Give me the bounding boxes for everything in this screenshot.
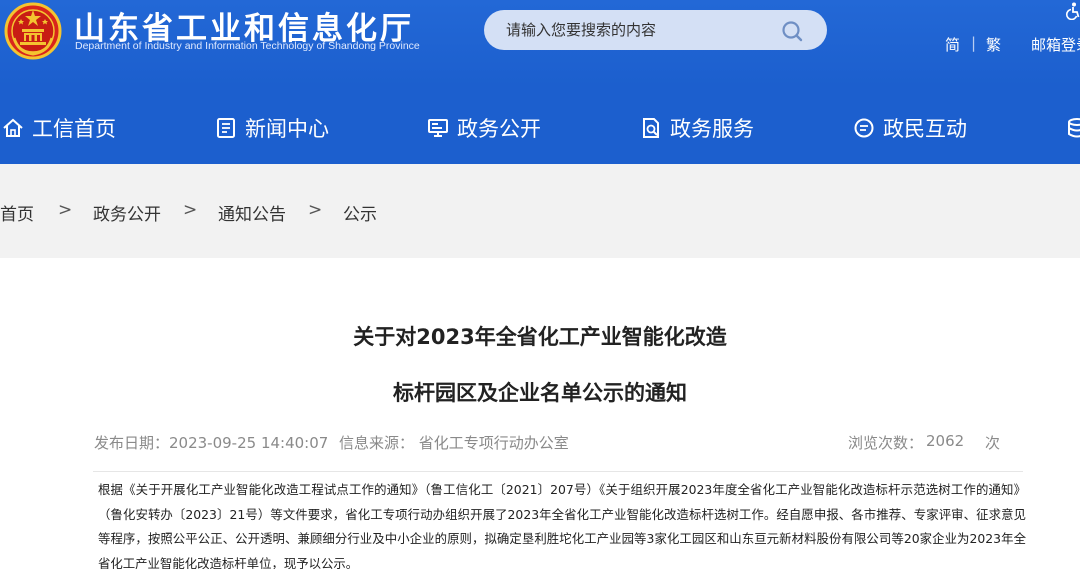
breadcrumb-notices[interactable]: 通知公告 [218,200,286,225]
article-title-line2: 标杆园区及企业名单公示的通知 [393,381,687,405]
article-panel: 关于对2023年全省化工产业智能化改造 标杆园区及企业名单公示的通知 发布日期：… [0,258,1080,569]
database-icon [1068,118,1080,138]
accessibility-icon[interactable] [1065,2,1080,20]
info-source: 信息来源： 省化工专项行动办公室 [339,434,569,452]
breadcrumb-separator: > [308,200,323,220]
nav-label: 工信首页 [32,117,116,141]
site-subtitle: Department of Industry and Information T… [75,40,420,52]
article-body: 根据《关于开展化工产业智能化改造工程试点工作的通知》（鲁工信化工〔2021〕20… [98,482,1026,569]
nav-item-home[interactable]: 工信首页 [2,115,116,141]
nav-item-news[interactable]: 新闻中心 [215,115,329,141]
breadcrumb-separator: > [183,200,198,220]
views-count: 2062 [926,432,965,450]
breadcrumb-home[interactable]: 首页 [0,200,34,225]
meta-divider [93,471,1023,472]
lang-divider: | [971,34,977,52]
traditional-chinese-link[interactable]: 繁 [986,34,1001,55]
views-unit: 次 [985,434,1001,452]
mail-login-link[interactable]: 邮箱登录 [1031,34,1080,55]
nav-label: 新闻中心 [245,117,329,141]
nav-label: 政民互动 [883,117,967,141]
article-title-line1: 关于对2023年全省化工产业智能化改造 [353,325,727,349]
national-emblem-icon [4,2,62,60]
chat-icon [854,118,874,138]
search-icon[interactable] [781,20,803,42]
breadcrumb-separator: > [58,200,73,220]
breadcrumb-gov-affairs[interactable]: 政务公开 [93,200,161,225]
simplified-chinese-link[interactable]: 简 [945,34,960,55]
site-header: 山东省工业和信息化厅 Department of Industry and In… [0,0,1080,86]
publish-date: 发布日期：2023-09-25 14:40:07 [94,434,329,452]
nav-label: 政务公开 [457,117,541,141]
news-icon [217,118,235,138]
service-icon [643,118,659,138]
breadcrumb-publicity[interactable]: 公示 [343,200,377,225]
nav-item-gov-service[interactable]: 政务服务 [640,115,754,141]
main-nav: 工信首页 新闻中心 政务公开 政务服务 政民互动 [0,86,1080,164]
nav-item-more[interactable] [1066,115,1080,141]
search-input[interactable] [506,18,776,42]
nav-item-interaction[interactable]: 政民互动 [853,115,967,141]
search-box [484,10,827,50]
views-label: 浏览次数： [848,434,924,452]
nav-item-gov-affairs[interactable]: 政务公开 [427,115,541,141]
nav-label: 政务服务 [670,117,754,141]
monitor-icon [428,119,448,137]
home-icon [3,118,23,137]
